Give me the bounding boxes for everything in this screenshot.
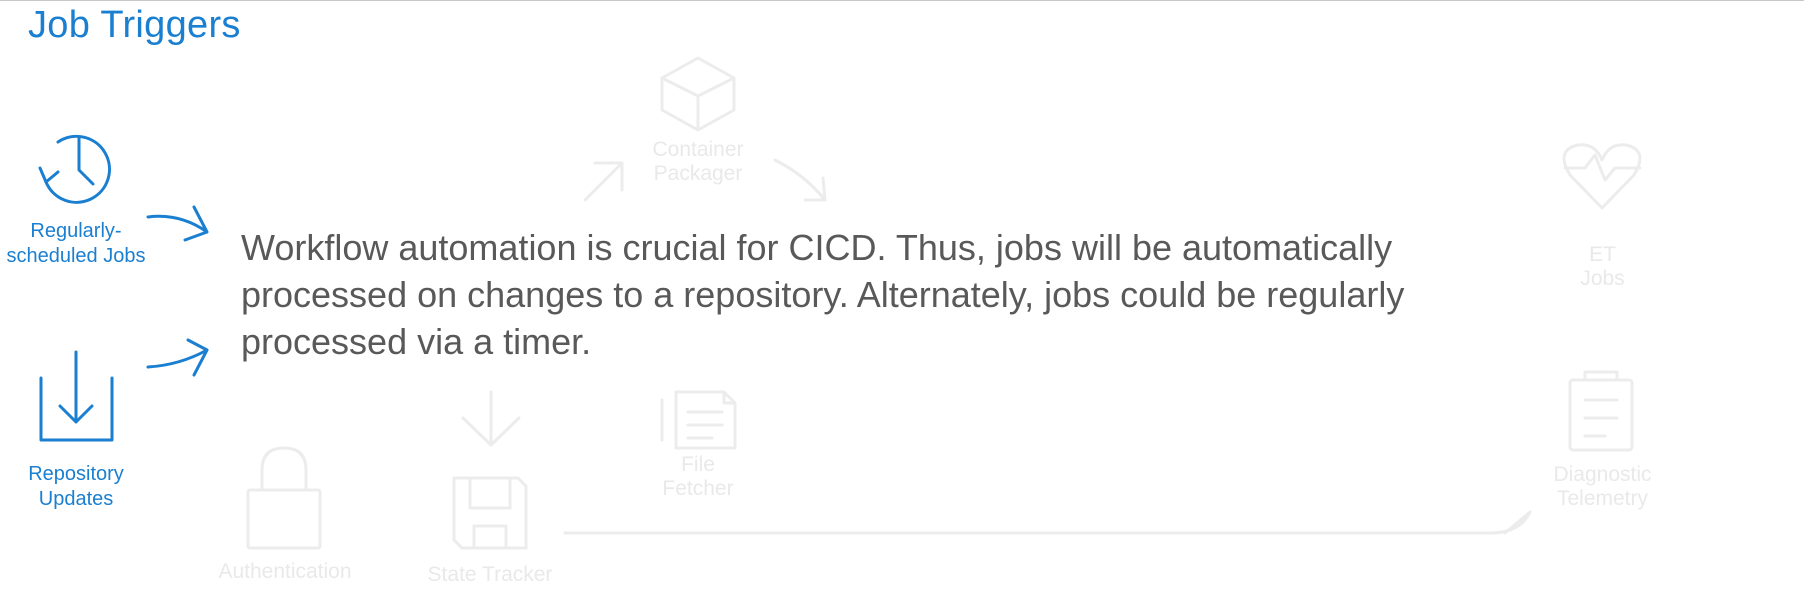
arrow-right-icon: [146, 205, 209, 242]
description-text: Workflow automation is crucial for CICD.…: [241, 227, 1405, 362]
download-icon: [39, 350, 114, 442]
arrow-right-icon: [146, 338, 209, 377]
trigger-label-repository-updates: Repository Updates: [28, 463, 124, 510]
clock-icon: [38, 134, 111, 204]
trigger-label-scheduled-jobs: Regularly- scheduled Jobs: [6, 220, 146, 267]
